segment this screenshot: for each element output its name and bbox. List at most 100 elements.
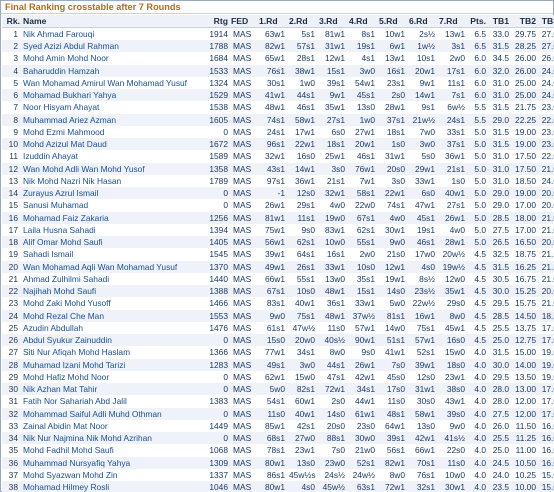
player-name[interactable]: Ahmad Zulhilmi Sahadi: [22, 272, 200, 285]
points-cell: 4.5: [468, 248, 488, 261]
player-name[interactable]: Siti Nur Afiqah Mohd Haslam: [22, 346, 200, 359]
table-row[interactable]: 2 Syed Azizi Abdul Rahman 1788 MAS 82w1 57s1 3…: [2, 40, 554, 53]
player-name[interactable]: Noor Hisyam Ahayat: [22, 101, 200, 114]
round-4-cell: 42w1: [348, 370, 378, 383]
table-row[interactable]: 10 Mohd Azizul Mat Daud 1672 MAS 96s1 22w1 18s…: [2, 138, 554, 151]
column-header-round-2[interactable]: 2.Rd: [288, 15, 318, 28]
tb2-cell: 10.50: [511, 456, 538, 469]
player-name[interactable]: Nik Mohd Nazri Nik Hasan: [22, 174, 200, 187]
player-name[interactable]: Sahadi Ismail: [22, 248, 200, 261]
player-name[interactable]: Mohamad Hilmey Rosli: [22, 481, 200, 492]
player-name[interactable]: Wan Mohd Adli Wan Mohd Yusof: [22, 162, 200, 175]
column-header-rating[interactable]: Rtg: [200, 15, 230, 28]
table-row[interactable]: 35 Mohd Fadhil Mohd Saufi 1068 MAS 78s1 23w1 7…: [2, 444, 554, 457]
player-name[interactable]: Wan Mohamad Amirul Wan Mohamad Yusuf: [22, 76, 200, 89]
column-header-tiebreak-1[interactable]: TB1: [488, 15, 511, 28]
player-name[interactable]: Muhamad Izani Mohd Tarizi: [22, 358, 200, 371]
round-7-cell: 39s0: [438, 407, 468, 420]
player-name[interactable]: Sanusi Muhamad: [22, 199, 200, 212]
table-row[interactable]: 26 Abdul Syukur Zainuddin 0 MAS 15s0 20w0 40s½…: [2, 334, 554, 347]
table-row[interactable]: 11 Izuddin Ahayat 1589 MAS 32w1 16s0 25w1 46s1 3…: [2, 150, 554, 163]
table-row[interactable]: 19 Sahadi Ismail 1545 MAS 39w1 64s1 16s1 2w0 21s…: [2, 248, 554, 261]
player-name[interactable]: Alif Omar Mohd Saufi: [22, 236, 200, 249]
table-row[interactable]: 32 Mohammad Saiful Adli Muhd Othman 0 MAS 11…: [2, 407, 554, 420]
player-name[interactable]: Mohd Zaki Mohd Yusoff: [22, 297, 200, 310]
player-name[interactable]: Syed Azizi Abdul Rahman: [22, 40, 200, 53]
player-name[interactable]: Mohd Hafiz Mohd Noor: [22, 370, 200, 383]
table-row[interactable]: 33 Zainal Abidin Mat Noor 1449 MAS 85w1 42s1 2…: [2, 419, 554, 432]
table-row[interactable]: 22 Najihah Mohd Saufi 1388 MAS 67s1 10s0 48w1 1…: [2, 285, 554, 298]
column-header-points[interactable]: Pts.: [468, 15, 488, 28]
player-name[interactable]: Mohd Syazwan Mohd Zin: [22, 468, 200, 481]
player-name[interactable]: Nik Azhan Mat Tahir: [22, 383, 200, 396]
table-row[interactable]: 29 Mohd Hafiz Mohd Noor 0 MAS 62w1 15w0 47s1 42…: [2, 370, 554, 383]
player-name[interactable]: Mohd Amin Mohd Noor: [22, 52, 200, 65]
player-name[interactable]: Wan Mohamad Aqli Wan Mohamad Yusuf: [22, 260, 200, 273]
column-header-round-5[interactable]: 5.Rd: [378, 15, 408, 28]
table-row[interactable]: 31 Fatih Nor Sahariah Abd Jalil 1383 MAS 54s…: [2, 395, 554, 408]
player-name[interactable]: Nik Ahmad Farouqi: [22, 27, 200, 40]
table-row[interactable]: 4 Baharuddin Hamzah 1533 MAS 76s1 38w1 15s1 3w0…: [2, 64, 554, 77]
column-header-round-1[interactable]: 1.Rd: [258, 15, 288, 28]
column-header-round-4[interactable]: 4.Rd: [348, 15, 378, 28]
player-name[interactable]: Mohd Azizul Mat Daud: [22, 138, 200, 151]
table-row[interactable]: 34 Nik Nur Najmina Nik Mohd Azrihan 0 MAS 68…: [2, 432, 554, 445]
table-row[interactable]: 25 Azudin Abdullah 1476 MAS 61s1 47w½ 11s0 57w1…: [2, 321, 554, 334]
player-name[interactable]: Mohd Ezmi Mahmood: [22, 125, 200, 138]
player-name[interactable]: Laila Husna Sahadi: [22, 223, 200, 236]
player-name[interactable]: Najihah Mohd Saufi: [22, 285, 200, 298]
table-row[interactable]: 7 Noor Hisyam Ahayat 1538 MAS 48w1 46s1 35w1 13…: [2, 101, 554, 114]
table-row[interactable]: 38 Mohamad Hilmey Rosli 1046 MAS 80w1 4s0 45w½…: [2, 481, 554, 492]
column-header-tiebreak-2[interactable]: TB2: [511, 15, 538, 28]
player-name[interactable]: Fatih Nor Sahariah Abd Jalil: [22, 395, 200, 408]
player-name[interactable]: Mohd Rezal Che Man: [22, 309, 200, 322]
column-header-tiebreak-3[interactable]: TB3: [538, 15, 554, 28]
rank-cell: 34: [2, 432, 22, 445]
player-name[interactable]: Zurayus Azrul Ismail: [22, 187, 200, 200]
table-row[interactable]: 24 Mohd Rezal Che Man 1553 MAS 9w0 75s1 48w1 37…: [2, 309, 554, 322]
table-row[interactable]: 18 Alif Omar Mohd Saufi 1405 MAS 56w1 62s1 10w…: [2, 236, 554, 249]
table-row[interactable]: 1 Nik Ahmad Farouqi 1914 MAS 63w1 5s1 81w1 8s1 1…: [2, 27, 554, 40]
points-cell: 4.5: [468, 272, 488, 285]
player-name[interactable]: Mohammad Saiful Adli Muhd Othman: [22, 407, 200, 420]
table-row[interactable]: 28 Muhamad Izani Mohd Tarizi 1283 MAS 49s1 3w…: [2, 358, 554, 371]
table-row[interactable]: 9 Mohd Ezmi Mahmood 0 MAS 24s1 17w1 6s0 27w1 18s…: [2, 125, 554, 138]
player-name[interactable]: Abdul Syukur Zainuddin: [22, 334, 200, 347]
table-row[interactable]: 6 Mohamad Bukhari Yahya 1529 MAS 41w1 44s1 9w1…: [2, 89, 554, 102]
table-row[interactable]: 27 Siti Nur Afiqah Mohd Haslam 1366 MAS 77w1…: [2, 346, 554, 359]
column-header-rank[interactable]: Rk.: [2, 15, 22, 28]
table-row[interactable]: 8 Muhammad Ariez Azman 1605 MAS 74s1 58w1 27s1…: [2, 113, 554, 126]
player-name[interactable]: Baharuddin Hamzah: [22, 64, 200, 77]
table-row[interactable]: 12 Wan Mohd Adli Wan Mohd Yusof 1358 MAS 43s…: [2, 162, 554, 175]
table-row[interactable]: 37 Mohd Syazwan Mohd Zin 1337 MAS 86s1 45w½s 2…: [2, 468, 554, 481]
column-header-round-7[interactable]: 7.Rd: [438, 15, 468, 28]
player-name[interactable]: Mohamad Faiz Zakaria: [22, 211, 200, 224]
round-7-cell: 30w1: [438, 481, 468, 492]
round-4-cell: 61w1: [348, 407, 378, 420]
table-row[interactable]: 36 Muhammad Nursyafiq Yahya 1309 MAS 80w1 13s…: [2, 456, 554, 469]
table-row[interactable]: 5 Wan Mohamad Amirul Wan Mohamad Yusuf 132…: [2, 76, 554, 89]
table-row[interactable]: 30 Nik Azhan Mat Tahir 0 MAS 5w0 82s1 72w1 34s1…: [2, 383, 554, 396]
table-row[interactable]: 17 Laila Husna Sahadi 1394 MAS 75w1 9s0 83w1 62…: [2, 223, 554, 236]
column-header-name[interactable]: Name: [22, 15, 200, 28]
player-name[interactable]: Izuddin Ahayat: [22, 150, 200, 163]
player-name[interactable]: Muhammad Ariez Azman: [22, 113, 200, 126]
column-header-round-6[interactable]: 6.Rd: [408, 15, 438, 28]
table-row[interactable]: 3 Mohd Amin Mohd Noor 1684 MAS 65w1 28s1 12w1 4…: [2, 52, 554, 65]
table-row[interactable]: 23 Mohd Zaki Mohd Yusoff 1466 MAS 83s1 40w1 36…: [2, 297, 554, 310]
table-row[interactable]: 13 Nik Mohd Nazri Nik Hasan 1789 MAS 97s1 36w…: [2, 174, 554, 187]
player-name[interactable]: Zainal Abidin Mat Noor: [22, 419, 200, 432]
table-row[interactable]: 14 Zurayus Azrul Ismail 0 MAS -1 12s0 32w1 58s1…: [2, 187, 554, 200]
player-name[interactable]: Mohamad Bukhari Yahya: [22, 89, 200, 102]
column-header-federation[interactable]: FED: [230, 15, 258, 28]
table-row[interactable]: 20 Wan Mohamad Aqli Wan Mohamad Yusuf 1370…: [2, 260, 554, 273]
round-6-cell: 3w0: [408, 138, 438, 151]
player-name[interactable]: Muhammad Nursyafiq Yahya: [22, 456, 200, 469]
player-name[interactable]: Nik Nur Najmina Nik Mohd Azrihan: [22, 432, 200, 445]
player-name[interactable]: Mohd Fadhil Mohd Saufi: [22, 444, 200, 457]
column-header-round-3[interactable]: 3.Rd: [318, 15, 348, 28]
player-name[interactable]: Azudin Abdullah: [22, 321, 200, 334]
table-row[interactable]: 15 Sanusi Muhamad 0 MAS 26w1 29s1 4w0 22w0 74s1 4…: [2, 199, 554, 212]
table-row[interactable]: 16 Mohamad Faiz Zakaria 1256 MAS 81w1 11s1 19w…: [2, 211, 554, 224]
table-row[interactable]: 21 Ahmad Zulhilmi Sahadi 1440 MAS 66w1 55s1 13…: [2, 272, 554, 285]
